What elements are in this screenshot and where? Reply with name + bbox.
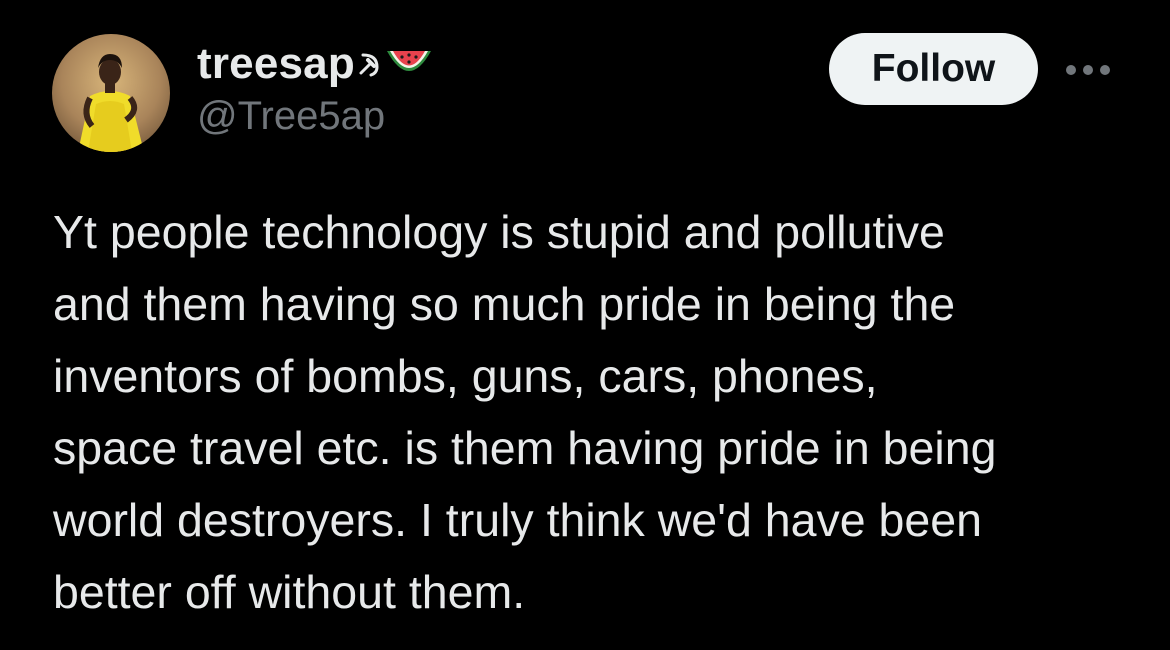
tweet-text-line: space travel etc. is them having pride i… <box>53 422 997 474</box>
display-name-row: treesap <box>197 38 433 90</box>
watermelon-icon <box>385 47 433 81</box>
more-horizontal-icon <box>1066 65 1110 75</box>
tweet-card: treesap @Tree5ap Follow Yt people techno… <box>0 0 1170 650</box>
avatar[interactable] <box>52 34 170 152</box>
tweet-text-line: better off without them. <box>53 566 526 618</box>
profile-photo <box>52 34 170 152</box>
display-name[interactable]: treesap <box>197 38 355 90</box>
tweet-text-line: Yt people technology is stupid and pollu… <box>53 206 945 258</box>
follow-button[interactable]: Follow <box>829 33 1038 105</box>
tweet-text: Yt people technology is stupid and pollu… <box>53 196 1133 628</box>
user-info: treesap @Tree5ap <box>197 38 433 140</box>
more-options-button[interactable] <box>1062 56 1114 84</box>
tweet-text-line: and them having so much pride in being t… <box>53 278 956 330</box>
user-handle[interactable]: @Tree5ap <box>197 92 433 140</box>
tweet-text-line: inventors of bombs, guns, cars, phones, <box>53 350 878 402</box>
tweet-text-line: world destroyers. I truly think we'd hav… <box>53 494 983 546</box>
hammer-and-sickle-icon <box>357 51 381 77</box>
